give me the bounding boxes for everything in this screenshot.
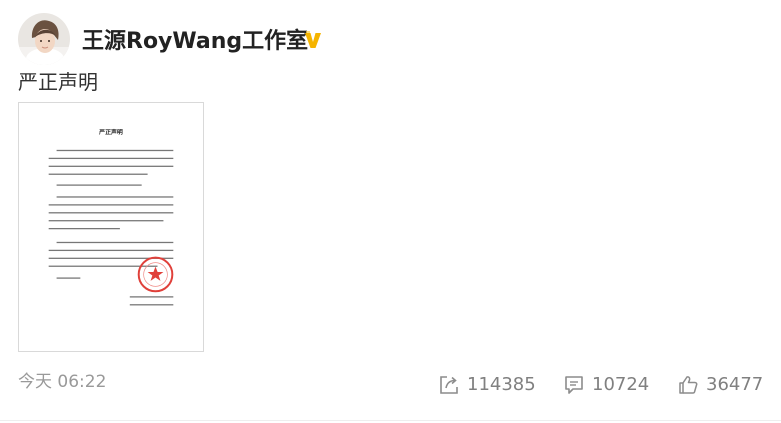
red-seal — [137, 256, 174, 293]
verified-badge-icon — [305, 31, 321, 48]
forward-icon — [440, 376, 458, 394]
forward-button[interactable]: 114385 — [438, 372, 536, 398]
statement-document-image: 严正声明 — [19, 103, 203, 351]
comment-button[interactable]: 10724 — [563, 372, 649, 398]
forward-count: 114385 — [467, 374, 536, 395]
post-text: 严正声明 — [18, 70, 98, 94]
avatar-image — [18, 13, 70, 65]
author-name[interactable]: 王源RoyWang工作室 — [82, 26, 308, 58]
post-image-thumbnail[interactable]: 严正声明 — [18, 102, 204, 352]
document-title: 严正声明 — [98, 128, 123, 136]
like-icon — [679, 376, 698, 394]
like-count: 36477 — [706, 374, 764, 395]
comment-count: 10724 — [592, 374, 650, 395]
divider — [0, 420, 781, 421]
author-avatar[interactable] — [18, 13, 70, 65]
post-timestamp[interactable]: 今天 06:22 — [18, 370, 106, 394]
comment-icon — [565, 376, 583, 394]
like-button[interactable]: 36477 — [677, 372, 763, 398]
